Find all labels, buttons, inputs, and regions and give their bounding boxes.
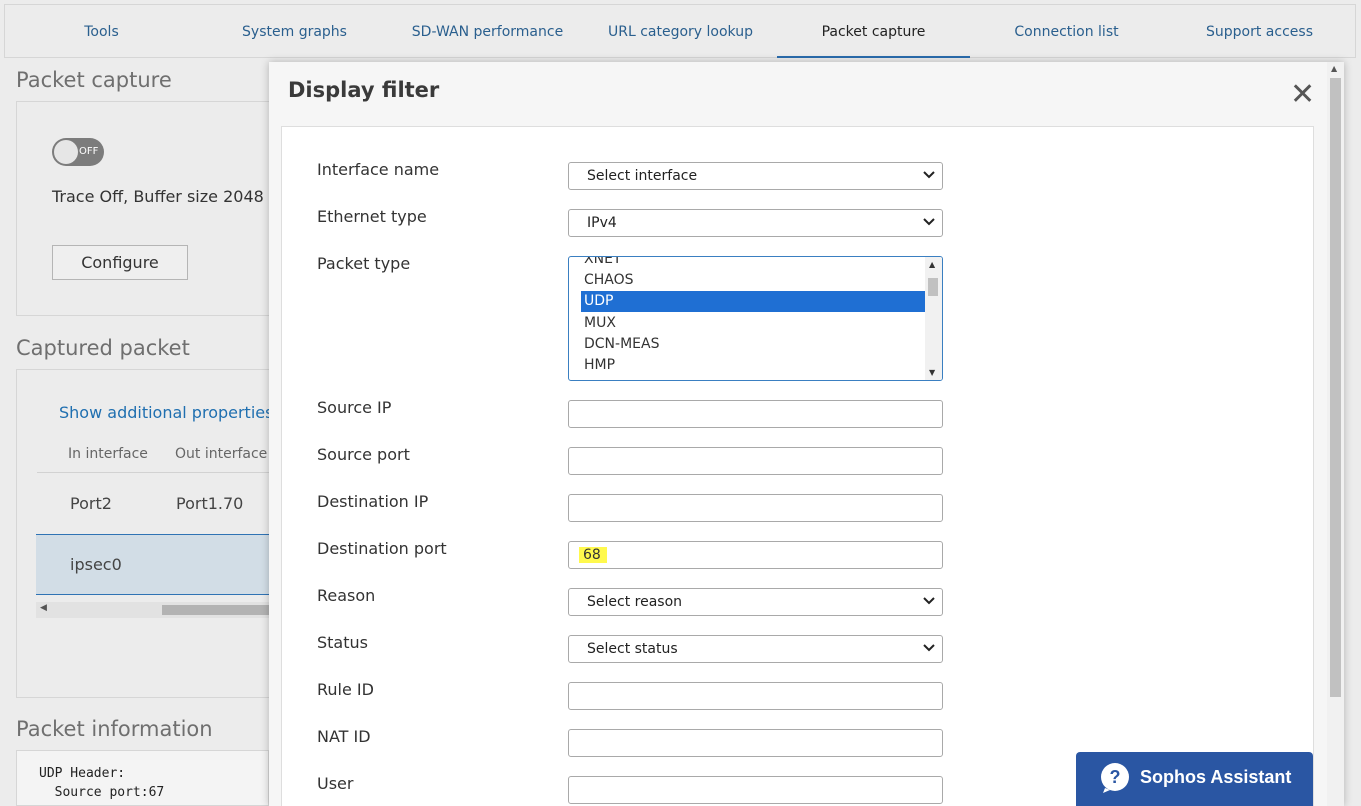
interface-name-value: Select interface: [587, 168, 698, 184]
status-select[interactable]: Select status: [568, 635, 943, 663]
table-divider: [37, 472, 269, 473]
scrollbar-thumb[interactable]: [928, 278, 938, 296]
table-cell[interactable]: Port2: [70, 494, 112, 513]
reason-label: Reason: [317, 586, 376, 605]
destination-ip-label: Destination IP: [317, 492, 429, 511]
scrollbar-thumb[interactable]: [162, 605, 269, 615]
status-label: Status: [317, 633, 368, 652]
tab-connection-list[interactable]: Connection list: [970, 5, 1163, 59]
filter-form: Interface name Select interface Ethernet…: [281, 126, 1314, 806]
page-scrollbar[interactable]: ▲: [1327, 62, 1344, 806]
table-cell[interactable]: Port1.70: [176, 494, 243, 513]
nat-id-input[interactable]: [568, 729, 943, 757]
ethernet-type-select[interactable]: IPv4: [568, 209, 943, 237]
tab-sd-wan-performance[interactable]: SD-WAN performance: [391, 5, 584, 59]
chevron-down-icon: [923, 218, 935, 226]
rule-id-input[interactable]: [568, 682, 943, 710]
show-additional-properties-link[interactable]: Show additional properties: [59, 403, 273, 422]
tab-tools[interactable]: Tools: [5, 5, 198, 59]
trace-toggle[interactable]: OFF: [52, 138, 104, 166]
assistant-label: Sophos Assistant: [1140, 767, 1292, 787]
help-chat-icon: ?: [1101, 763, 1129, 793]
tab-support-access[interactable]: Support access: [1163, 5, 1356, 59]
source-port-label: Source port: [317, 445, 410, 464]
packet-type-label: Packet type: [317, 254, 411, 273]
column-header-out-interface[interactable]: Out interface: [175, 446, 267, 462]
chevron-down-icon: [923, 171, 935, 179]
scrollbar-thumb[interactable]: [1330, 78, 1341, 697]
nat-id-label: NAT ID: [317, 727, 371, 746]
ethernet-type-value: IPv4: [587, 215, 617, 231]
source-port-input[interactable]: [568, 447, 943, 475]
tab-bar: Tools System graphs SD-WAN performance U…: [4, 4, 1356, 58]
tab-url-category-lookup[interactable]: URL category lookup: [584, 5, 777, 59]
packet-type-option-selected[interactable]: UDP: [581, 291, 925, 312]
scroll-up-icon[interactable]: ▲: [929, 260, 935, 269]
destination-ip-input[interactable]: [568, 494, 943, 522]
chevron-down-icon: [923, 644, 935, 652]
packet-information-text: UDP Header: Source port:67 Destination p…: [16, 750, 269, 806]
trace-status: Trace Off, Buffer size 2048 KB: [52, 187, 291, 206]
table-horizontal-scrollbar[interactable]: ◀: [36, 602, 269, 618]
scroll-up-icon[interactable]: ▲: [1331, 64, 1337, 73]
destination-port-input[interactable]: 68: [568, 541, 943, 569]
source-ip-input[interactable]: [568, 400, 943, 428]
packet-type-option[interactable]: XNET: [581, 257, 925, 270]
sophos-assistant-button[interactable]: ? Sophos Assistant: [1076, 752, 1313, 806]
packet-information-title: Packet information: [16, 717, 213, 741]
toggle-label: OFF: [79, 146, 99, 157]
rule-id-label: Rule ID: [317, 680, 374, 699]
packet-type-option[interactable]: DCN-MEAS: [581, 334, 925, 355]
status-value: Select status: [587, 641, 678, 657]
svg-text:?: ?: [1110, 767, 1121, 787]
packet-capture-panel: [16, 101, 276, 316]
destination-port-label: Destination port: [317, 539, 447, 558]
configure-button[interactable]: Configure: [52, 245, 188, 280]
packet-type-option[interactable]: HMP: [581, 355, 925, 376]
scroll-left-icon[interactable]: ◀: [40, 603, 47, 613]
dialog-title: Display filter: [288, 78, 440, 102]
table-cell[interactable]: ipsec0: [70, 555, 122, 574]
interface-name-select[interactable]: Select interface: [568, 162, 943, 190]
display-filter-dialog: Display filter ✕ Interface name Select i…: [269, 62, 1344, 806]
chevron-down-icon: [923, 597, 935, 605]
destination-port-value: 68: [579, 547, 607, 563]
packet-type-option[interactable]: CHAOS: [581, 270, 925, 291]
listbox-scrollbar[interactable]: ▲ ▼: [925, 257, 942, 380]
source-ip-label: Source IP: [317, 398, 392, 417]
reason-value: Select reason: [587, 594, 683, 610]
scroll-down-icon[interactable]: ▼: [929, 368, 935, 377]
user-label: User: [317, 774, 354, 793]
captured-packet-title: Captured packet: [16, 336, 190, 360]
interface-name-label: Interface name: [317, 160, 440, 179]
packet-capture-title: Packet capture: [16, 68, 172, 92]
column-header-in-interface[interactable]: In interface: [68, 446, 148, 462]
close-icon[interactable]: ✕: [1290, 80, 1315, 110]
user-input[interactable]: [568, 776, 943, 804]
packet-type-listbox[interactable]: XNET CHAOS UDP MUX DCN-MEAS HMP ▲ ▼: [568, 256, 943, 381]
tab-packet-capture[interactable]: Packet capture: [777, 5, 970, 59]
packet-type-option[interactable]: MUX: [581, 313, 925, 334]
tab-system-graphs[interactable]: System graphs: [198, 5, 391, 59]
reason-select[interactable]: Select reason: [568, 588, 943, 616]
toggle-knob: [54, 140, 78, 164]
ethernet-type-label: Ethernet type: [317, 207, 427, 226]
